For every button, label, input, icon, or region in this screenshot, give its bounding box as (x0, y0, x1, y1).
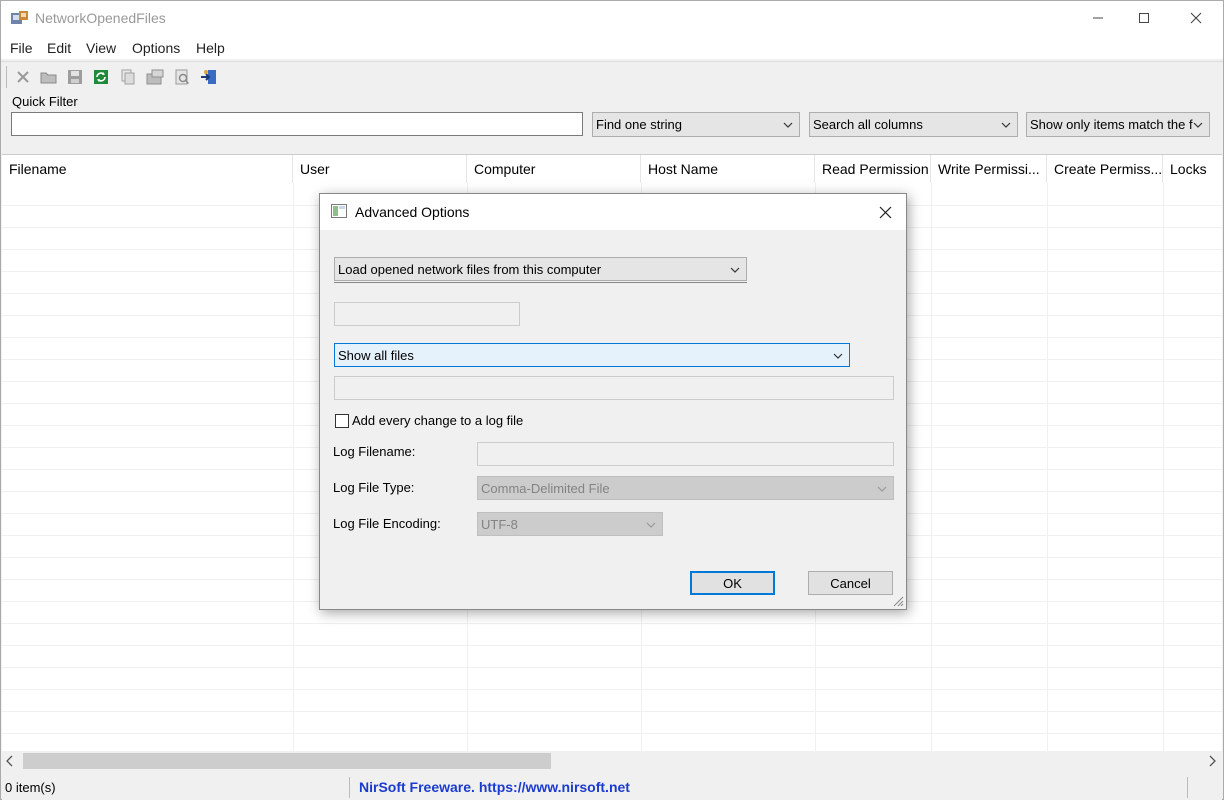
status-separator (1187, 777, 1188, 798)
cancel-button[interactable]: Cancel (808, 571, 893, 595)
log-type-select[interactable]: Comma-Delimited File (477, 476, 894, 500)
delete-icon[interactable] (13, 67, 33, 87)
properties-icon[interactable] (145, 67, 165, 87)
log-type-label: Log File Type: (333, 480, 415, 495)
menu-view[interactable]: View (86, 40, 116, 56)
chevron-down-icon (1001, 122, 1011, 128)
files-filter-field[interactable] (334, 376, 894, 400)
copy-icon[interactable] (118, 67, 138, 87)
files-filter-value: Show all files (338, 348, 414, 363)
html-report-icon[interactable] (172, 67, 192, 87)
show-mode-value: Show only items match the f (1030, 117, 1193, 132)
column-computer[interactable]: Computer (467, 155, 641, 183)
nirsoft-link[interactable]: NirSoft Freeware. https://www.nirsoft.ne… (359, 779, 630, 795)
log-encoding-select[interactable]: UTF-8 (477, 512, 663, 536)
grid-line (2, 733, 1222, 734)
chevron-down-icon (833, 353, 843, 359)
chevron-down-icon (783, 122, 793, 128)
toolbar (1, 61, 1223, 91)
log-changes-checkbox[interactable] (335, 414, 349, 428)
scrollbar-thumb[interactable] (23, 753, 551, 769)
search-scope-select[interactable]: Search all columns (809, 112, 1018, 137)
log-encoding-value: UTF-8 (481, 517, 518, 532)
exit-icon[interactable] (199, 67, 219, 87)
grid-line (2, 623, 1222, 624)
advanced-options-dialog: Advanced Options Load opened network fil… (319, 193, 907, 610)
search-scope-value: Search all columns (813, 117, 923, 132)
horizontal-scrollbar[interactable] (2, 751, 1222, 771)
dialog-app-icon (331, 204, 347, 218)
log-encoding-label: Log File Encoding: (333, 516, 441, 531)
refresh-icon[interactable] (91, 67, 111, 87)
column-host-name[interactable]: Host Name (641, 155, 815, 183)
grid-line (1163, 183, 1164, 751)
log-changes-label: Add every change to a log file (352, 413, 524, 428)
open-folder-icon[interactable] (39, 67, 59, 87)
source-select[interactable]: Load opened network files from this comp… (334, 257, 747, 281)
menu-help[interactable]: Help (196, 40, 225, 56)
column-locks[interactable]: Locks (1163, 155, 1222, 183)
chevron-down-icon (877, 486, 887, 492)
close-button[interactable] (1173, 1, 1219, 35)
dialog-title-bar: Advanced Options (320, 194, 906, 230)
title-bar: NetworkOpenedFiles (1, 1, 1223, 35)
select-underline (334, 280, 747, 283)
ok-button[interactable]: OK (690, 571, 775, 595)
find-mode-select[interactable]: Find one string (592, 112, 800, 137)
scroll-right-icon[interactable] (1208, 755, 1216, 770)
quick-filter-input[interactable] (11, 112, 583, 136)
grid-line (1047, 183, 1048, 751)
log-filename-field[interactable] (477, 442, 894, 466)
dialog-title: Advanced Options (355, 204, 470, 220)
scroll-left-icon[interactable] (6, 755, 14, 770)
grid-line (2, 667, 1222, 668)
grid-line (293, 183, 294, 751)
find-mode-value: Find one string (596, 117, 682, 132)
toolbar-separator (6, 66, 7, 88)
column-write-permission[interactable]: Write Permissi... (931, 155, 1047, 183)
grid-line (2, 645, 1222, 646)
menu-options[interactable]: Options (132, 40, 180, 56)
quick-filter-label: Quick Filter (12, 94, 78, 109)
column-read-permission[interactable]: Read Permission (815, 155, 931, 183)
save-icon[interactable] (65, 67, 85, 87)
log-type-value: Comma-Delimited File (481, 481, 610, 496)
dialog-close-icon[interactable] (872, 200, 898, 224)
column-create-permission[interactable]: Create Permiss... (1047, 155, 1163, 183)
column-user[interactable]: User (293, 155, 467, 183)
status-separator (349, 777, 350, 798)
grid-line (2, 711, 1222, 712)
item-count: 0 item(s) (5, 780, 56, 795)
log-filename-label: Log Filename: (333, 444, 416, 459)
menu-edit[interactable]: Edit (47, 40, 71, 56)
window-title: NetworkOpenedFiles (35, 10, 166, 26)
grid-line (931, 183, 932, 751)
source-select-value: Load opened network files from this comp… (338, 262, 602, 277)
chevron-down-icon (646, 522, 656, 528)
maximize-button[interactable] (1121, 1, 1167, 35)
minimize-button[interactable] (1075, 1, 1121, 35)
main-window: NetworkOpenedFiles File Edit View Option… (0, 0, 1224, 800)
grid-line (2, 689, 1222, 690)
show-mode-select[interactable]: Show only items match the f (1026, 112, 1210, 137)
resize-grip-icon[interactable] (892, 595, 904, 607)
chevron-down-icon (730, 267, 740, 273)
computer-name-field[interactable] (334, 302, 520, 326)
status-bar: 0 item(s) NirSoft Freeware. https://www.… (2, 774, 1222, 800)
files-filter-select[interactable]: Show all files (334, 343, 850, 367)
menu-file[interactable]: File (10, 40, 33, 56)
column-filename[interactable]: Filename (2, 155, 293, 183)
menu-bar: File Edit View Options Help (1, 35, 1223, 59)
app-icon (11, 11, 28, 26)
chevron-down-icon (1193, 122, 1203, 128)
